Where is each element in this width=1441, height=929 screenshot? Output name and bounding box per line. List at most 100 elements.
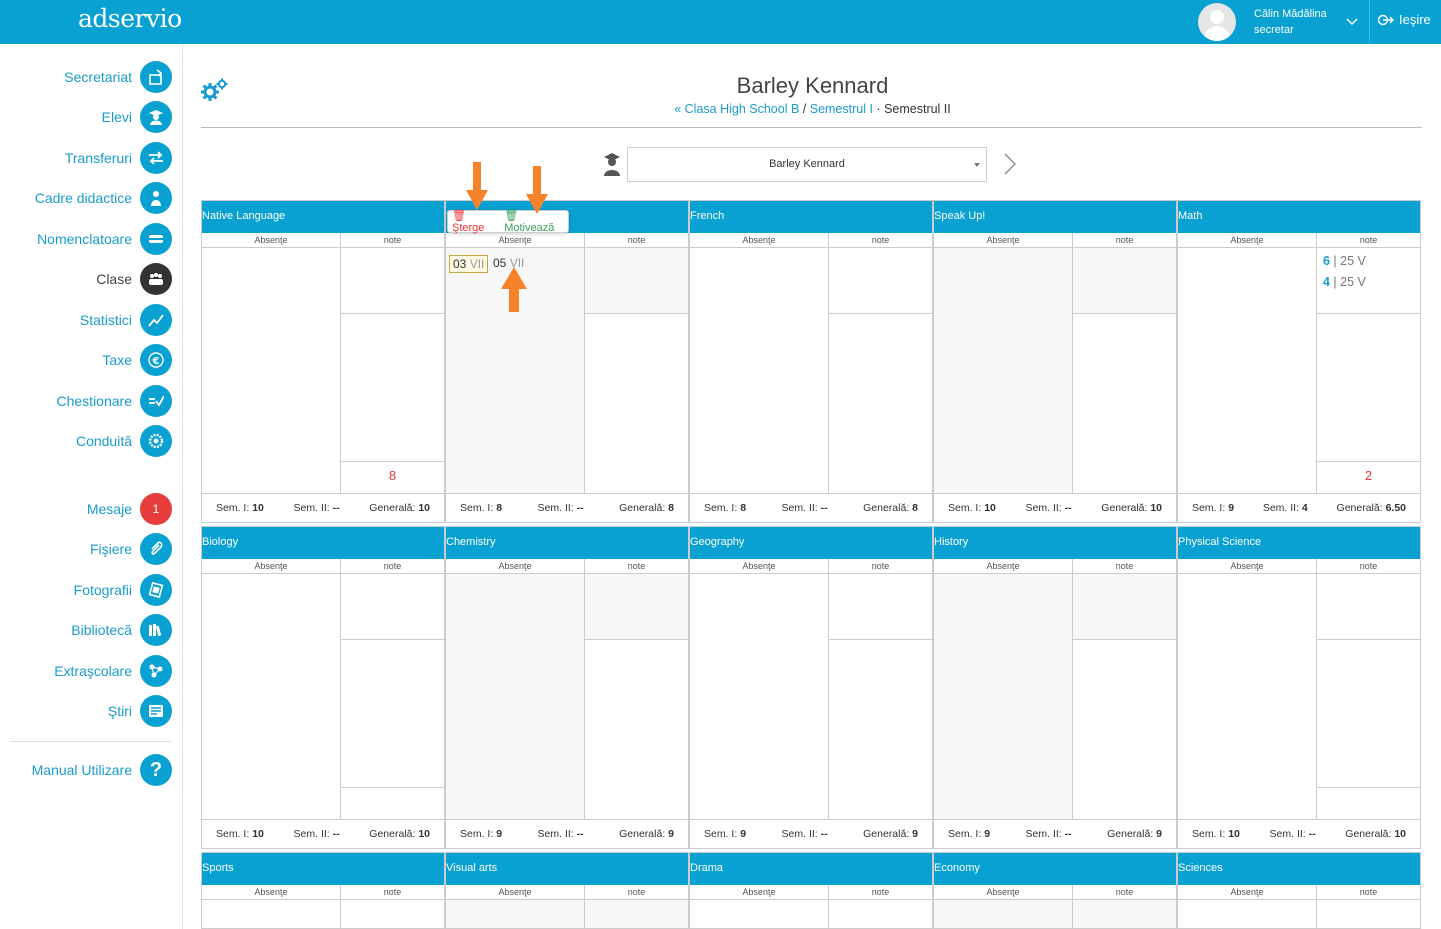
sidebar-item-cadre-didactice[interactable]: Cadre didactice (35, 182, 172, 214)
subject-card: Chemistry Absenţe note Sem. I: 9 Sem. II: --… (445, 526, 689, 849)
grades-header: note (627, 561, 646, 571)
grades-column[interactable] (1073, 574, 1176, 819)
sem2-average: Sem. II: -- (1269, 828, 1316, 840)
absences-header: Absenţe (690, 885, 829, 899)
absences-column[interactable] (202, 900, 341, 928)
absences-column[interactable] (202, 574, 341, 819)
absences-column[interactable] (690, 900, 829, 928)
sidebar-item-transferuri[interactable]: Transferuri (65, 142, 172, 174)
next-student-arrow-icon[interactable] (1002, 152, 1018, 176)
subject-column-headers: Absenţe note (934, 885, 1176, 900)
sidebar-item-taxe[interactable]: Taxe € (102, 344, 172, 376)
grades-column[interactable] (585, 900, 688, 928)
grades-column[interactable] (1073, 248, 1176, 493)
sidebar-item-statistici[interactable]: Statistici (80, 304, 172, 336)
svg-text:€: € (152, 356, 160, 367)
subject-column-headers: Absenţe note (446, 233, 688, 248)
sidebar-item-extrascolare[interactable]: Extraşcolare (54, 655, 172, 687)
grades-column[interactable] (1317, 900, 1420, 928)
subject-column-headers: Absenţe note (202, 885, 444, 900)
sidebar: Secretariat Elevi Transferuri Cadre didacti… (0, 44, 183, 929)
grades-column[interactable]: 6 | 25 V 4 | 25 V 2 (1317, 248, 1420, 493)
chevron-down-icon[interactable] (1345, 14, 1359, 28)
subject-card: Geography Absenţe note Sem. I: 9 Sem. II: --… (689, 526, 933, 849)
subject-body (1178, 900, 1420, 928)
subject-body (446, 900, 688, 928)
grades-header: note (871, 235, 890, 245)
absences-header: Absenţe (1178, 559, 1317, 573)
sidebar-item-fisiere[interactable]: Fişiere (90, 533, 172, 565)
student-select[interactable]: Barley Kennard (627, 147, 987, 182)
photos-icon (140, 574, 172, 606)
breadcrumb-class-link[interactable]: « Clasa High School B (674, 102, 799, 116)
grades-column[interactable] (341, 574, 444, 819)
grades-column[interactable] (829, 574, 932, 819)
grades-column[interactable] (1317, 574, 1420, 819)
absences-column[interactable] (690, 574, 829, 819)
grades-group (1317, 900, 1420, 928)
absences-column[interactable] (446, 574, 585, 819)
breadcrumb-semester1-link[interactable]: Semestrul I (810, 102, 873, 116)
logout-button[interactable]: Ieşire (1378, 12, 1431, 27)
grade-entry[interactable]: 6 | 25 V (1323, 254, 1366, 268)
user-avatar[interactable] (1198, 3, 1236, 41)
sem1-average: Sem. I: 8 (704, 502, 747, 514)
subject-card: Physical Science Absenţe note Sem. I: 10 Sem… (1177, 526, 1421, 849)
grades-group (585, 248, 688, 314)
sidebar-item-mesaje[interactable]: Mesaje 1 (87, 493, 172, 525)
absences-column[interactable] (446, 900, 585, 928)
orange-arrow-down-icon (466, 162, 488, 210)
subject-title: Math (1178, 201, 1420, 233)
grades-group (1073, 248, 1176, 314)
grades-group (585, 574, 688, 640)
subject-body: 6 | 25 V 4 | 25 V 2 (1178, 248, 1420, 493)
adservio-logo[interactable]: adservio (78, 4, 182, 33)
sidebar-item-manual-utilizare[interactable]: Manual Utilizare? (32, 754, 172, 786)
grades-column[interactable] (585, 574, 688, 819)
sidebar-item-label: Mesaje (86, 501, 132, 517)
subject-body (934, 248, 1176, 493)
grades-column[interactable] (341, 900, 444, 928)
subject-title: French (690, 201, 932, 233)
logout-icon (1378, 14, 1394, 25)
absences-column[interactable] (1178, 900, 1317, 928)
absences-column[interactable] (1178, 248, 1317, 493)
sidebar-item-conduita[interactable]: Conduită (76, 425, 172, 457)
absences-header: Absenţe (446, 559, 585, 573)
absences-column[interactable] (202, 248, 341, 493)
grades-header: note (1359, 561, 1378, 571)
sidebar-item-label: Nomenclatoare (37, 231, 132, 247)
absences-column[interactable] (934, 574, 1073, 819)
grade-entry[interactable]: 4 | 25 V (1323, 275, 1366, 289)
sidebar-item-clase[interactable]: Clase (96, 263, 172, 295)
sem1-average: Sem. I: 9 (1192, 502, 1235, 514)
absences-header: Absenţe (446, 885, 585, 899)
absences-column[interactable] (1178, 574, 1317, 819)
grades-column[interactable] (1073, 900, 1176, 928)
absences-column[interactable] (934, 248, 1073, 493)
sidebar-item-chestionare[interactable]: Chestionare (57, 385, 172, 417)
grades-column[interactable]: 8 (341, 248, 444, 493)
sem2-average: Sem. II: -- (1025, 502, 1072, 514)
absence-entry[interactable]: 03 VII (449, 255, 489, 273)
sidebar-item-fotografii[interactable]: Fotografii (74, 574, 172, 606)
grades-group (829, 248, 932, 314)
grades-column[interactable] (829, 900, 932, 928)
absences-column[interactable] (690, 248, 829, 493)
sidebar-item-elevi[interactable]: Elevi (102, 101, 172, 133)
breadcrumb-dot: · (872, 102, 885, 116)
grades-column[interactable] (829, 248, 932, 493)
subject-summary: Sem. I: 9 Sem. II: -- Generală: 9 (934, 819, 1176, 848)
subject-summary: Sem. I: 9 Sem. II: -- Generală: 9 (446, 819, 688, 848)
sidebar-item-nomenclatoare[interactable]: Nomenclatoare (37, 223, 172, 255)
absences-column[interactable] (934, 900, 1073, 928)
sidebar-item-biblioteca[interactable]: Bibliotecă (71, 614, 172, 646)
user-name[interactable]: Călin Mădălina (1254, 8, 1327, 20)
subject-summary: Sem. I: 10 Sem. II: -- Generală: 10 (1178, 819, 1420, 848)
delete-absence-button[interactable]: 🗑Şterge (452, 209, 498, 234)
grades-group (1317, 574, 1420, 640)
subject-summary: Sem. I: 10 Sem. II: -- Generală: 10 (202, 819, 444, 848)
grades-column[interactable] (585, 248, 688, 493)
sidebar-item-stiri[interactable]: Ştiri (108, 695, 172, 727)
sidebar-item-secretariat[interactable]: Secretariat (64, 61, 172, 93)
